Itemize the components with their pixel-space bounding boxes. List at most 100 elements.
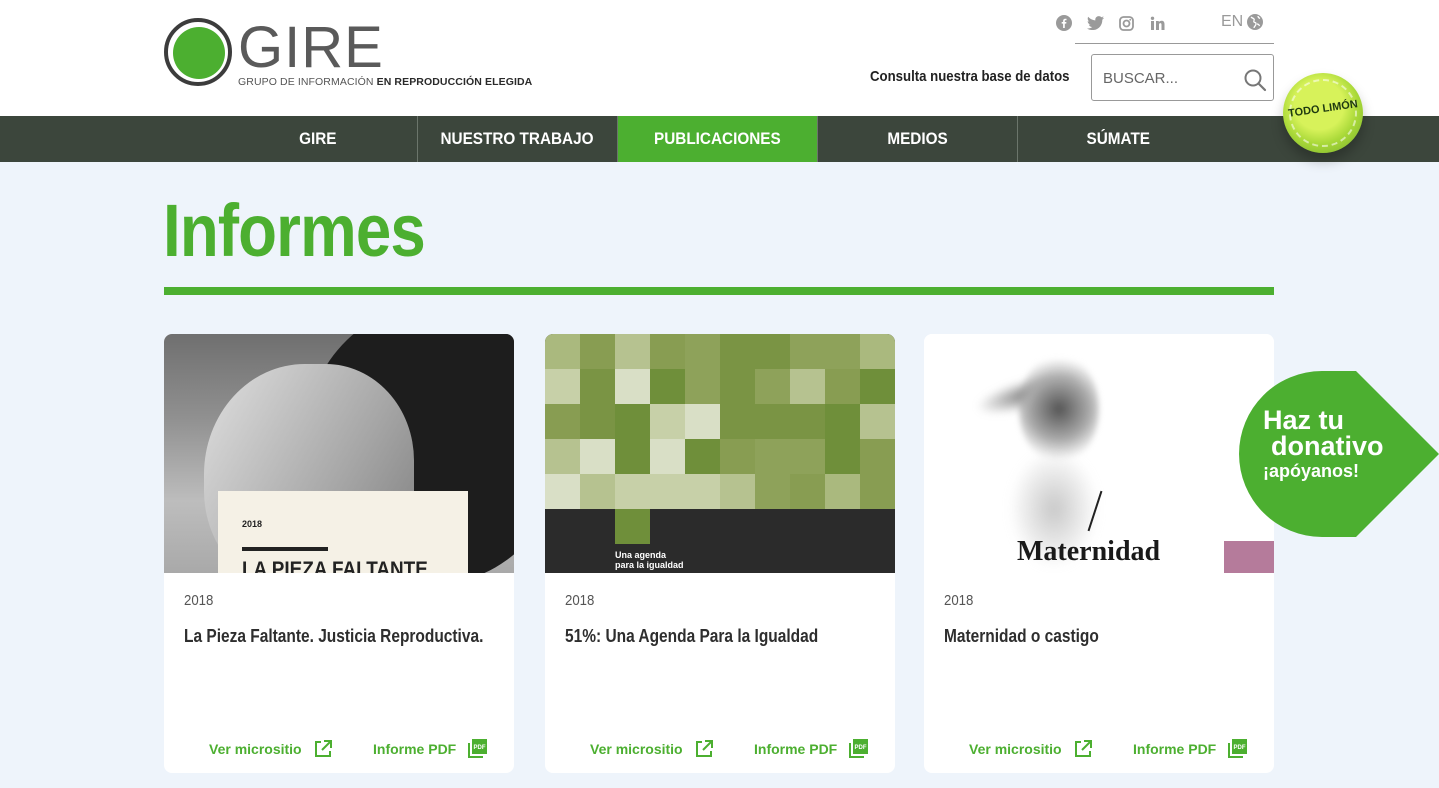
search-icon[interactable] [1243,68,1267,92]
microsite-link[interactable]: Ver micrositio [969,739,1093,759]
title-divider [164,287,1274,295]
todo-limon-label: TODO LIMÓN [1287,98,1359,120]
page-title: Informes [163,189,426,272]
cover-mosaic-tile [790,334,825,369]
report-card: Una agenda para la igualdad 2018 51%: Un… [545,334,895,773]
cover-mosaic-tile [755,474,790,509]
report-title[interactable]: 51%: Una Agenda Para la Igualdad [565,626,857,647]
cover-mosaic-tile [650,369,685,404]
cover-mosaic-tile [755,404,790,439]
instagram-icon[interactable] [1117,14,1135,32]
linkedin-icon[interactable] [1148,14,1166,32]
logo-tagline-bold: EN REPRODUCCIÓN ELEGIDA [376,76,533,88]
external-link-icon [314,740,332,757]
report-cover-image[interactable]: Maternidad [924,334,1274,573]
facebook-icon[interactable] [1055,14,1073,32]
cover-mosaic-tile [545,334,580,369]
cover-mosaic-tile [685,334,720,369]
twitter-icon[interactable] [1086,14,1104,32]
pdf-link-label: Informe PDF [1133,741,1217,757]
report-year: 2018 [944,592,974,609]
cover-mosaic-tile [755,369,790,404]
language-switch[interactable]: EN [1221,13,1264,31]
cover-mosaic-tile [720,439,755,474]
nav-item-label: PUBLICACIONES [654,129,781,148]
cover-mosaic-tile [685,439,720,474]
cover-mosaic-tile [720,404,755,439]
cover-mosaic-tile [825,404,860,439]
cover-caption-line: para la igualdad [615,560,684,570]
logo-wordmark: GIRE [238,15,384,80]
cover-mosaic-tile [790,404,825,439]
nav-item-publicaciones[interactable]: PUBLICACIONES [618,116,818,162]
report-cover-image[interactable]: 2018 LA PIEZA FALTANTE [164,334,514,573]
main-nav: GIRE NUESTRO TRABAJO PUBLICACIONES MEDIO… [0,116,1439,162]
todo-limon-badge[interactable]: TODO LIMÓN [1283,73,1363,153]
external-link-icon [1074,740,1092,757]
nav-item-label: GIRE [298,129,337,148]
cover-mosaic [545,334,895,509]
nav-item-sumate[interactable]: SÚMATE [1018,116,1218,162]
pdf-link[interactable]: Informe PDF PDF [1133,739,1248,759]
logo-circle-icon [164,18,232,86]
cover-mosaic-tile [825,439,860,474]
report-title[interactable]: Maternidad o castigo [944,626,1236,647]
microsite-link-label: Ver micrositio [209,741,302,757]
external-link-icon [695,740,713,757]
cover-mosaic-tile [860,334,895,369]
nav-item-medios[interactable]: MEDIOS [818,116,1018,162]
logo-tagline-light: GRUPO DE INFORMACIÓN [238,76,377,88]
globe-icon [1247,14,1264,30]
cover-mosaic-tile [790,474,825,509]
donate-text: Haz tu donativo ¡apóyanos! [1263,407,1384,483]
header-divider [1075,43,1274,44]
nav-item-label: MEDIOS [887,129,948,148]
svg-text:PDF: PDF [1234,745,1246,751]
pdf-link-label: Informe PDF [754,741,838,757]
cover-mosaic-tile [860,369,895,404]
donate-badge[interactable]: Haz tu donativo ¡apóyanos! [1239,371,1439,537]
report-title[interactable]: La Pieza Faltante. Justicia Reproductiva… [184,626,483,647]
cover-mosaic-tile [615,439,650,474]
cover-mosaic-tile [615,404,650,439]
cover-mosaic-tile [825,334,860,369]
cover-mosaic-tile [545,474,580,509]
nav-item-gire[interactable]: GIRE [218,116,418,162]
cover-mosaic-tile [825,474,860,509]
cover-mosaic-tile [755,439,790,474]
database-link[interactable]: Consulta nuestra base de datos [870,68,1070,85]
pdf-link[interactable]: Informe PDF PDF [373,739,488,759]
cover-title: Maternidad [1017,536,1161,567]
search-input[interactable] [1103,67,1233,89]
cover-caption: Una agenda para la igualdad [615,550,684,570]
report-year: 2018 [565,592,595,609]
cover-mosaic-tile [650,439,685,474]
cover-mosaic-tile [685,404,720,439]
cover-mosaic-tile [650,334,685,369]
cover-mosaic-tile [860,404,895,439]
microsite-link[interactable]: Ver micrositio [590,739,714,759]
cover-accent-block [1224,541,1274,573]
cover-title: LA PIEZA FALTANTE [242,558,428,573]
cover-mosaic-tile [825,369,860,404]
report-cover-image[interactable]: Una agenda para la igualdad [545,334,895,573]
donate-line-1: Haz tu [1263,405,1344,435]
microsite-link-label: Ver micrositio [590,741,683,757]
cover-mosaic-tile [790,369,825,404]
cover-mosaic-tile [720,474,755,509]
cover-mosaic-tile [580,369,615,404]
cover-paper: 2018 LA PIEZA FALTANTE [218,491,468,573]
microsite-link[interactable]: Ver micrositio [209,739,333,759]
gire-logo[interactable]: GIRE GRUPO DE INFORMACIÓN EN REPRODUCCIÓ… [164,15,544,90]
cover-mosaic-tile [615,509,650,544]
cover-figure-head [1019,354,1099,464]
pdf-icon: PDF [849,739,869,758]
nav-item-label: SÚMATE [1086,129,1150,148]
nav-item-nuestro-trabajo[interactable]: NUESTRO TRABAJO [418,116,618,162]
microsite-link-label: Ver micrositio [969,741,1062,757]
cover-mosaic-tile [860,439,895,474]
pdf-link[interactable]: Informe PDF PDF [754,739,869,759]
nav-item-label: NUESTRO TRABAJO [440,129,594,148]
cover-mosaic-tile [545,369,580,404]
cover-mosaic-tile [650,404,685,439]
